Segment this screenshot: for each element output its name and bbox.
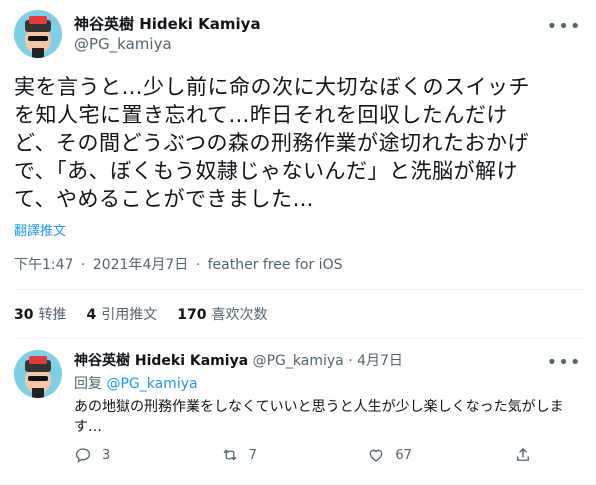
stat-label: 喜欢次数 [211,307,268,323]
avatar[interactable] [14,10,62,58]
reply-count: 3 [102,447,111,463]
separator: · [80,257,86,273]
share-button[interactable] [514,446,534,464]
replying-to-handle[interactable]: @PG_kamiya [106,376,197,392]
more-icon[interactable]: ••• [547,14,581,38]
reply-text: あの地獄の刑務作業をしなくていいと思うと人生が少し楽しくなった気がします… [74,399,564,435]
separator: · [348,353,353,369]
like-icon [370,449,383,462]
user-handle[interactable]: @PG_kamiya [74,34,261,54]
like-stat[interactable]: 170 喜欢次数 [177,304,267,324]
tweet-date[interactable]: 2021年4月7日 [93,257,188,273]
like-button[interactable]: 67 [367,446,467,464]
tweet-time[interactable]: 下午1:47 [14,257,73,273]
retweet-stat[interactable]: 30 转推 [14,304,66,324]
display-name[interactable]: 神谷英樹 Hideki Kamiya [74,14,261,34]
tweet-text-line: ど、その間どうぶつの森の刑務作業が途切れたおかげ [14,131,529,155]
retweet-icon [223,449,237,461]
reply-actions: 3 7 67 [74,446,534,464]
tweet-text-line: を知人宅に置き忘れて…昨日それを回収したんだけ [14,103,508,127]
avatar-image [14,350,62,398]
reply-avatar[interactable] [14,350,62,398]
retweet-count: 7 [248,447,257,463]
replying-prefix: 回复 [74,376,102,392]
tweet-meta: 下午1:47 · 2021年4月7日 · feather free for iO… [14,254,345,274]
tweet-text: 実を言うと…少し前に命の次に大切なぼくのスイッチ を知人宅に置き忘れて…昨日それ… [14,73,584,213]
stat-count: 30 [14,307,34,323]
reply-date[interactable]: 4月7日 [357,353,403,369]
quote-stat[interactable]: 4 引用推文 [86,304,157,324]
replying-to: 回复 @PG_kamiya [74,373,198,393]
more-icon[interactable]: ••• [547,350,581,374]
tweet-source[interactable]: feather free for iOS [208,257,343,273]
stat-count: 4 [86,307,97,323]
avatar-image [14,10,62,58]
stat-count: 170 [177,307,207,323]
divider [14,289,582,290]
tweet-text-line: 実を言うと…少し前に命の次に大切なぼくのスイッチ [14,75,530,99]
reply-handle[interactable]: @PG_kamiya [253,353,344,369]
reply-display-name[interactable]: 神谷英樹 Hideki Kamiya [74,353,248,369]
reply-button[interactable]: 3 [74,446,174,464]
divider [14,338,582,339]
stat-label: 引用推文 [101,307,158,323]
like-count: 67 [395,447,412,463]
translate-link[interactable]: 翻譯推文 [14,220,66,239]
tweet-text-line: で、「あ、ぼくもう奴隷じゃないんだ」と洗脳が解け [14,159,519,183]
retweet-button[interactable]: 7 [221,446,321,464]
share-icon [517,448,529,461]
tweet-stats: 30 转推 4 引用推文 170 喜欢次数 [14,304,267,324]
reply-header: 神谷英樹 Hideki Kamiya @PG_kamiya · 4月7日 [74,351,403,371]
separator: · [195,257,201,273]
stat-label: 转推 [38,307,67,323]
reply-icon [75,448,91,463]
author-info[interactable]: 神谷英樹 Hideki Kamiya @PG_kamiya [74,14,261,54]
tweet-text-line: て、やめることができました… [14,187,314,211]
